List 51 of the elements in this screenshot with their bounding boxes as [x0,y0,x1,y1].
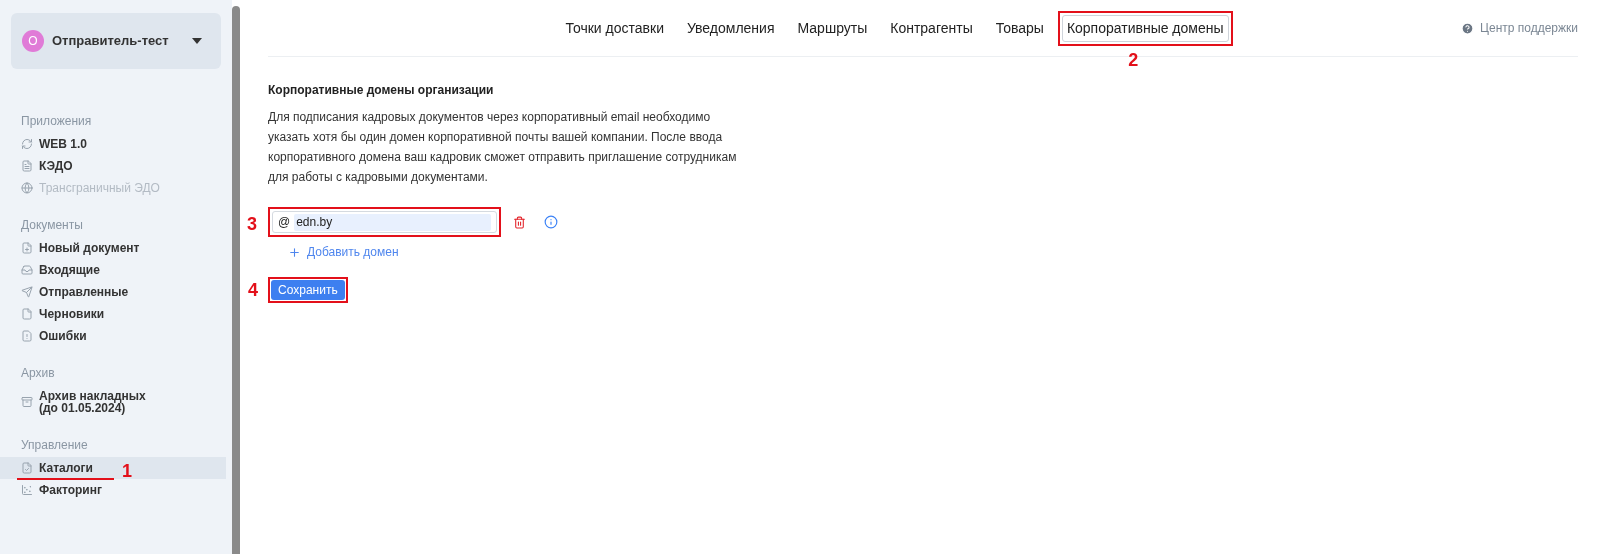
section-header: Приложения [20,113,93,130]
sidebar-item[interactable]: Черновики [0,303,226,325]
inbox-icon [21,264,33,276]
sidebar-item[interactable]: Отправленные [0,281,226,303]
section-header: Управление [20,437,89,454]
scrollbar[interactable] [232,6,240,554]
file-plus-icon [21,242,33,254]
callout-number: 1 [122,462,132,480]
chart-icon [21,484,33,496]
callout-number: 2 [1127,50,1140,69]
account-name: Отправитель-тест [52,32,170,51]
domain-field[interactable]: @ edn.by [272,211,497,233]
plus-icon [288,245,301,259]
tab[interactable]: Товары [990,14,1049,42]
send-icon [21,286,33,298]
avatar: О [22,30,44,52]
sidebar-item[interactable]: Новый документ [0,237,226,259]
tab[interactable]: Маршруты [792,14,873,42]
sidebar-item[interactable]: КЭДО [0,155,226,177]
tab[interactable]: Корпоративные домены [1061,14,1229,42]
section-header: Архив [20,365,56,382]
help-icon [1461,21,1475,35]
file-icon [21,308,33,320]
globe-icon [21,182,33,194]
tab[interactable]: Точки доставки [560,14,669,42]
file-check-icon [21,462,33,474]
sidebar-item[interactable]: Архив накладных (до 01.05.2024) [0,385,226,419]
sidebar-item[interactable]: Входящие [0,259,226,281]
callout-number: 4 [248,281,258,299]
save-button[interactable]: Сохранить [271,280,345,300]
sidebar-item[interactable]: Каталоги 1 [0,457,226,479]
tab[interactable]: Уведомления [681,14,780,42]
delete-icon[interactable] [513,215,526,229]
add-domain-link[interactable]: Добавить домен [288,243,399,261]
info-icon[interactable] [544,215,558,229]
account-switcher[interactable]: О Отправитель-тест [11,13,221,69]
dropdown-caret-icon [192,38,202,44]
file-warning-icon [21,330,33,342]
section-header: Документы [20,217,84,234]
document-icon [21,160,33,172]
tab[interactable]: Контрагенты [885,14,978,42]
sidebar-item[interactable]: Факторинг [0,479,226,501]
sidebar-item[interactable]: Ошибки [0,325,226,347]
refresh-icon [21,138,33,150]
support-link[interactable]: Центр поддержки [1461,19,1578,37]
section-title: Корпоративные домены организации [268,82,495,99]
archive-icon [21,396,33,408]
section-description: Для подписания кадровых документов через корпоративный email необходимо указать хотя бы один домен корпоративной почты вашей компании. После ввода корпоративного домена ваш кадровик сможет отправить приглашение сотрудникам для работы с кадровыми документами. [268,109,738,186]
at-prefix: @ [278,214,291,231]
callout-number: 3 [247,215,257,233]
sidebar-item[interactable]: WEB 1.0 [0,133,226,155]
